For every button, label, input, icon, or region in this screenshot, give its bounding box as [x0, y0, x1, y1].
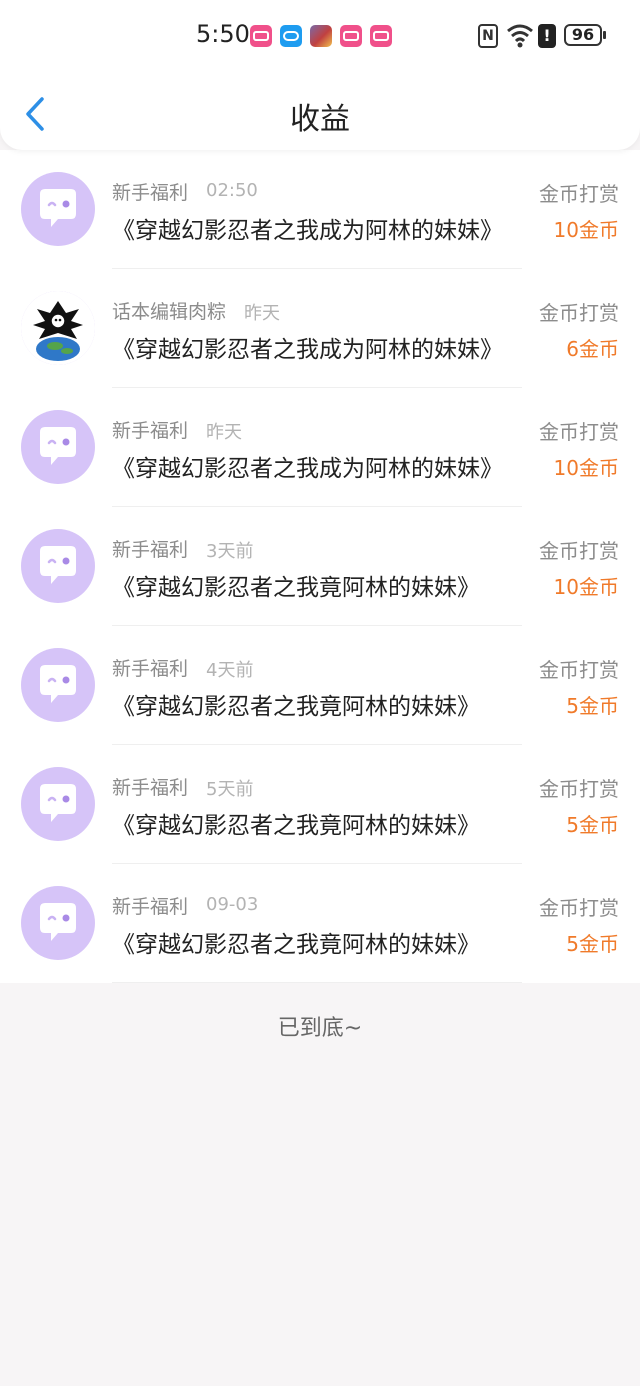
battery-icon: 96: [564, 24, 602, 46]
avatar[interactable]: [21, 767, 95, 841]
book-title: 《穿越幻影忍者之我竟阿林的妹妹》: [112, 694, 480, 720]
reward-type: 金币打赏: [539, 896, 619, 920]
notification-app-icon: [340, 25, 362, 47]
reward-type: 金币打赏: [539, 301, 619, 325]
nfc-icon: N: [478, 24, 498, 48]
sender-name: 新手福利: [112, 896, 189, 918]
timestamp: 02:50: [206, 180, 258, 201]
status-time: 5:50: [196, 20, 250, 48]
list-item[interactable]: 新手福利 5天前 《穿越幻影忍者之我竟阿林的妹妹》 金币打赏 5金币: [0, 745, 640, 864]
sender-name: 新手福利: [112, 539, 189, 561]
timestamp: 09-03: [206, 894, 259, 915]
book-title: 《穿越幻影忍者之我竟阿林的妹妹》: [112, 813, 480, 839]
book-title: 《穿越幻影忍者之我竟阿林的妹妹》: [112, 575, 480, 601]
list-item[interactable]: 新手福利 4天前 《穿越幻影忍者之我竟阿林的妹妹》 金币打赏 5金币: [0, 626, 640, 745]
earnings-list: 新手福利 02:50 《穿越幻影忍者之我成为阿林的妹妹》 金币打赏 10金币 话…: [0, 150, 640, 983]
sender-name: 新手福利: [112, 658, 189, 680]
list-item[interactable]: 新手福利 昨天 《穿越幻影忍者之我成为阿林的妹妹》 金币打赏 10金币: [0, 388, 640, 507]
battery-tip: [603, 31, 606, 39]
avatar[interactable]: [21, 886, 95, 960]
sender-name: 新手福利: [112, 420, 189, 442]
end-of-list-text: 已到底~: [277, 1016, 363, 1041]
sender-name: 新手福利: [112, 777, 189, 799]
book-title: 《穿越幻影忍者之我成为阿林的妹妹》: [112, 456, 503, 482]
reward-amount: 5金币: [566, 813, 619, 837]
game-app-icon: [310, 25, 332, 47]
reward-amount: 5金币: [566, 694, 619, 718]
timestamp: 4天前: [206, 660, 254, 681]
timestamp: 昨天: [244, 303, 280, 324]
sender-name: 新手福利: [112, 182, 189, 204]
cloud-app-icon: [280, 25, 302, 47]
divider: [112, 982, 522, 983]
avatar[interactable]: [21, 172, 95, 246]
reward-type: 金币打赏: [539, 182, 619, 206]
avatar[interactable]: [21, 410, 95, 484]
timestamp: 3天前: [206, 541, 254, 562]
avatar[interactable]: [21, 291, 95, 365]
wifi-icon: [507, 24, 533, 48]
sender-name: 话本编辑肉粽: [112, 301, 227, 323]
status-bar: 5:50 N ! 96: [0, 18, 640, 54]
avatar[interactable]: [21, 648, 95, 722]
book-title: 《穿越幻影忍者之我成为阿林的妹妹》: [112, 218, 503, 244]
reward-type: 金币打赏: [539, 539, 619, 563]
timestamp: 昨天: [206, 422, 242, 443]
reward-amount: 6金币: [566, 337, 619, 361]
book-title: 《穿越幻影忍者之我竟阿林的妹妹》: [112, 932, 480, 958]
list-item[interactable]: 话本编辑肉粽 昨天 《穿越幻影忍者之我成为阿林的妹妹》 金币打赏 6金币: [0, 269, 640, 388]
reward-type: 金币打赏: [539, 420, 619, 444]
list-item[interactable]: 新手福利 02:50 《穿越幻影忍者之我成为阿林的妹妹》 金币打赏 10金币: [0, 150, 640, 269]
list-item[interactable]: 新手福利 09-03 《穿越幻影忍者之我竟阿林的妹妹》 金币打赏 5金币: [0, 864, 640, 983]
notification-app-icon: [370, 25, 392, 47]
timestamp: 5天前: [206, 779, 254, 800]
list-item[interactable]: 新手福利 3天前 《穿越幻影忍者之我竟阿林的妹妹》 金币打赏 10金币: [0, 507, 640, 626]
alert-icon: !: [538, 24, 556, 48]
notification-app-icon: [250, 25, 272, 47]
book-title: 《穿越幻影忍者之我成为阿林的妹妹》: [112, 337, 503, 363]
reward-amount: 10金币: [553, 456, 619, 480]
reward-type: 金币打赏: [539, 658, 619, 682]
reward-type: 金币打赏: [539, 777, 619, 801]
page-title: 收益: [290, 102, 350, 137]
reward-amount: 10金币: [553, 575, 619, 599]
top-bar: 5:50 N ! 96 收益: [0, 0, 640, 150]
reward-amount: 10金币: [553, 218, 619, 242]
reward-amount: 5金币: [566, 932, 619, 956]
avatar[interactable]: [21, 529, 95, 603]
